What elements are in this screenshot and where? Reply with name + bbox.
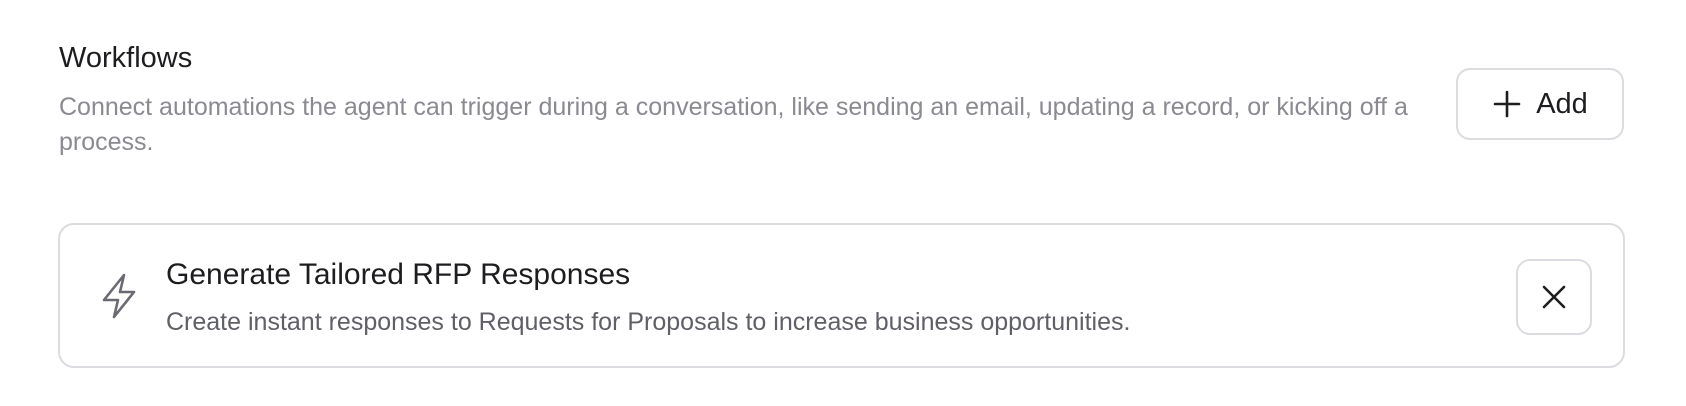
plus-icon <box>1492 89 1522 119</box>
add-workflow-button[interactable]: Add <box>1456 68 1624 140</box>
workflow-title: Generate Tailored RFP Responses <box>166 258 631 291</box>
workflow-card: Generate Tailored RFP Responses Create i… <box>58 223 1625 368</box>
remove-workflow-button[interactable] <box>1516 259 1592 335</box>
workflows-header: Workflows Connect automations the agent … <box>59 38 1449 160</box>
add-button-label: Add <box>1536 87 1588 120</box>
workflow-description: Create instant responses to Requests for… <box>166 308 1131 336</box>
close-icon <box>1542 285 1566 309</box>
section-title: Workflows <box>59 42 193 74</box>
workflows-settings-page: Workflows Connect automations the agent … <box>0 0 1686 406</box>
lightning-bolt-icon <box>100 273 138 319</box>
section-description: Connect automations the agent can trigge… <box>59 93 1408 156</box>
